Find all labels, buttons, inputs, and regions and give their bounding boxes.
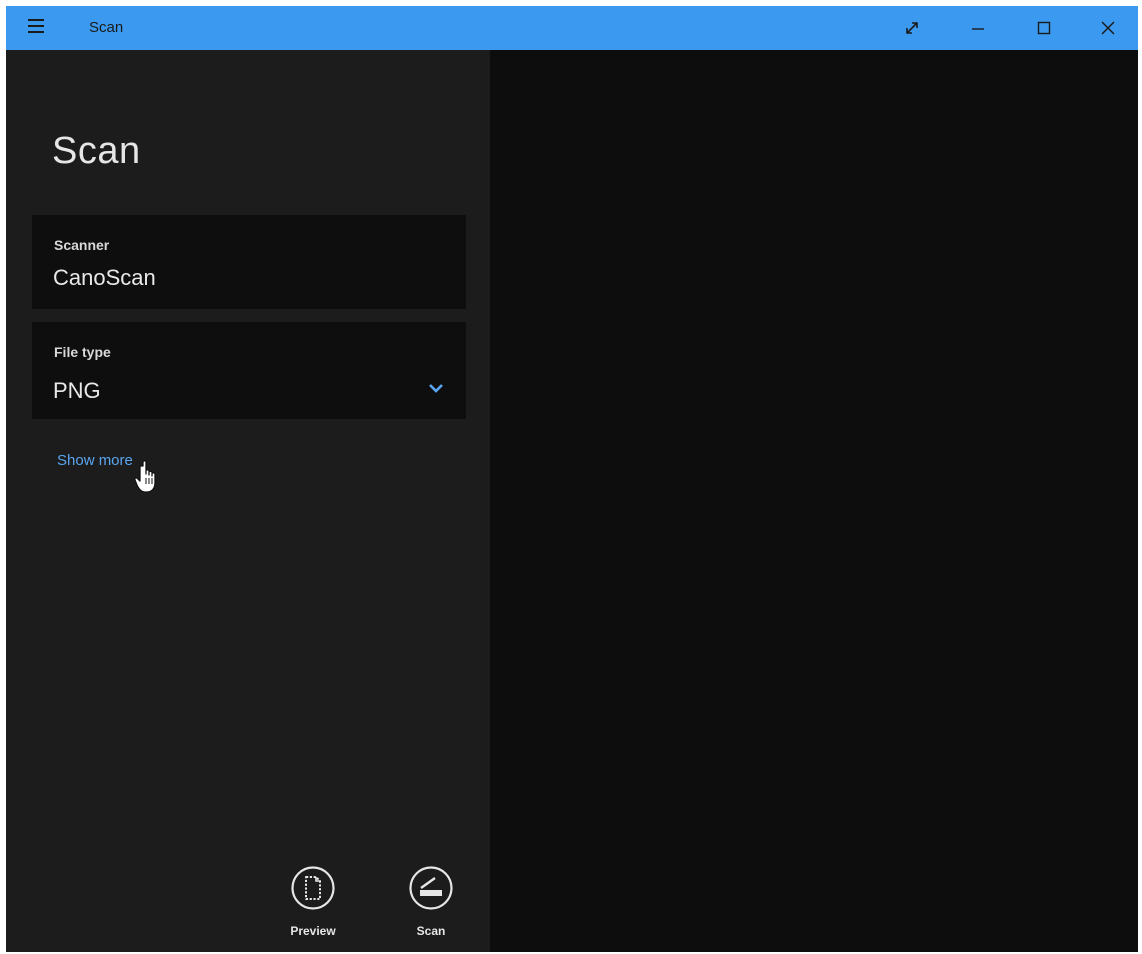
preview-button[interactable]: Preview bbox=[278, 865, 348, 938]
show-more-link[interactable]: Show more bbox=[57, 452, 133, 469]
scanner-value: CanoScan bbox=[53, 265, 156, 290]
document-preview-icon bbox=[291, 866, 335, 910]
close-icon bbox=[1101, 21, 1115, 35]
file-type-label: File type bbox=[54, 344, 111, 360]
scanner-selector[interactable]: Scanner CanoScan bbox=[32, 215, 466, 309]
expand-icon bbox=[906, 22, 918, 34]
page-title: Scan bbox=[52, 130, 141, 172]
app-title: Scan bbox=[89, 19, 124, 36]
hand-cursor-icon bbox=[134, 460, 156, 493]
scanner-icon bbox=[409, 866, 453, 910]
title-bar: Scan bbox=[6, 6, 1138, 50]
scanner-label: Scanner bbox=[54, 237, 110, 253]
minimize-icon bbox=[972, 28, 984, 30]
preview-area bbox=[490, 50, 1138, 952]
chevron-down-icon bbox=[429, 384, 443, 393]
minimize-button[interactable] bbox=[948, 6, 1008, 50]
close-button[interactable] bbox=[1078, 6, 1138, 50]
scan-app-window: Scan Scan Scanner CanoScan File type PNG… bbox=[6, 6, 1138, 952]
file-type-value: PNG bbox=[53, 378, 101, 403]
hamburger-icon[interactable] bbox=[28, 19, 44, 35]
scan-label: Scan bbox=[416, 924, 446, 938]
settings-pane: Scan Scanner CanoScan File type PNG Show… bbox=[6, 50, 490, 952]
expand-button[interactable] bbox=[882, 6, 942, 50]
maximize-icon bbox=[1037, 21, 1051, 35]
scan-button[interactable]: Scan bbox=[396, 865, 466, 938]
preview-label: Preview bbox=[290, 924, 336, 938]
file-type-dropdown[interactable]: File type PNG bbox=[32, 322, 466, 419]
maximize-button[interactable] bbox=[1014, 6, 1074, 50]
